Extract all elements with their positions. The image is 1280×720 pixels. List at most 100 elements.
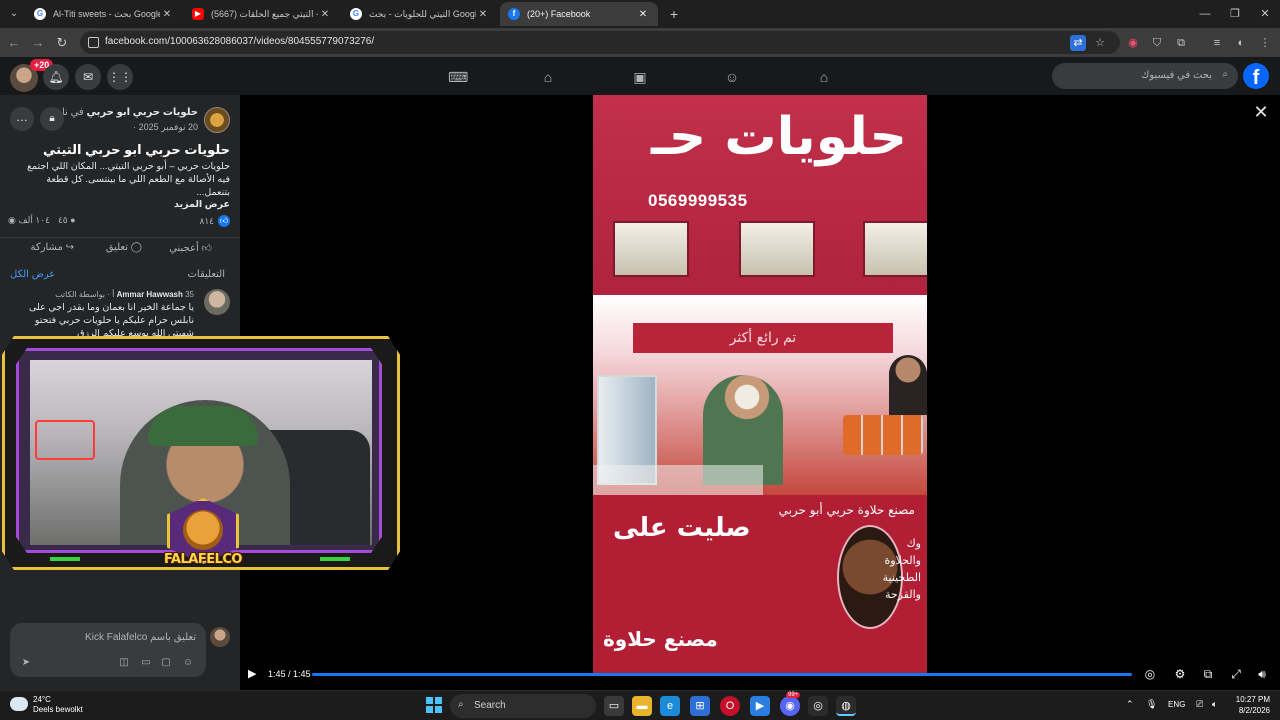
video-player[interactable]: حلويات حـ 0569999535 تم رائع أكثر مصنع ح…	[593, 95, 927, 675]
see-more-link[interactable]: عرض المزيد	[174, 199, 230, 210]
comment-author[interactable]: Ammar Hawwash	[117, 290, 183, 299]
reactions-summary[interactable]: 👍︎ ٨١٤	[199, 215, 230, 227]
volume-icon[interactable]: 🔊︎	[1254, 666, 1270, 682]
browser-menu-icon[interactable]: ⋮	[1258, 36, 1272, 50]
opera-icon[interactable]: O	[720, 696, 740, 716]
reading-list-icon[interactable]: ≡	[1210, 36, 1224, 50]
comment-input[interactable]: تعليق باسم Kick Falafelco ☺ ▢ ▭ ◫ ➤	[10, 623, 206, 677]
logo-text: FALAFELCO	[164, 552, 242, 567]
extensions-puzzle-icon[interactable]: ⧉	[1174, 36, 1188, 50]
profile-icon[interactable]: ◐	[1234, 36, 1248, 50]
search-placeholder: بحث في فيسبوك	[1141, 70, 1212, 81]
see-all-comments-link[interactable]: عرض الكل	[10, 269, 55, 280]
tray-overflow-icon[interactable]: ⌃	[1126, 699, 1134, 710]
extension-shield-icon[interactable]: ⛉	[1150, 36, 1164, 50]
tab-google-sweets[interactable]: G Al-Titi sweets - بحث Google ✕	[26, 2, 182, 26]
video-progress-bar[interactable]	[312, 673, 1132, 676]
taskbar-search[interactable]: ⌕ Search	[450, 694, 596, 718]
captions-icon[interactable]: ◎	[1142, 666, 1158, 682]
streamer-webcam-overlay: FALAFELCO	[2, 336, 400, 570]
tab-close-icon[interactable]: ✕	[160, 9, 174, 20]
emoji-icon[interactable]: ☺	[182, 657, 194, 669]
tab-search-icon[interactable]: ⌄	[4, 4, 24, 24]
facebook-search-input[interactable]: بحث في فيسبوك ⌕	[1052, 63, 1238, 89]
tab-google-titi[interactable]: G التيتي للحلويات - بحث Google ✕	[342, 2, 498, 26]
commenter-avatar[interactable]	[204, 289, 230, 315]
back-icon[interactable]: ←	[4, 33, 24, 53]
app-arrow-icon[interactable]: ▶	[750, 696, 770, 716]
close-window-button[interactable]: ✕	[1250, 4, 1280, 24]
messenger-icon[interactable]: ✉	[75, 64, 101, 90]
app-misc-icon[interactable]: ◎	[808, 696, 828, 716]
menu-grid-icon[interactable]: ⋮⋮	[107, 64, 133, 90]
counter-bottom-text: مصنع حلاوة	[603, 627, 718, 651]
chrome-icon[interactable]: ◍	[836, 696, 856, 716]
counter-side-line: وك	[906, 537, 921, 550]
speaker-icon[interactable]: 🔈︎	[1212, 699, 1217, 710]
miniplayer-icon[interactable]: ⧉	[1200, 666, 1216, 682]
edge-icon[interactable]: e	[660, 696, 680, 716]
tab-close-icon[interactable]: ✕	[476, 9, 490, 20]
post-date[interactable]: 20 نوفمبر 2025 ·	[133, 122, 198, 133]
tab-close-icon[interactable]: ✕	[318, 9, 332, 20]
page-name-text[interactable]: حلويات حربي ابو حربي	[86, 107, 198, 118]
language-indicator[interactable]: ENG	[1168, 700, 1185, 709]
facebook-logo[interactable]: f	[1243, 63, 1269, 89]
lock-icon[interactable]: 🔒︎	[40, 107, 64, 131]
video-icon[interactable]: ▣	[631, 68, 649, 86]
network-icon[interactable]: ⎚	[1196, 699, 1203, 710]
like-button[interactable]: 👍︎ أعجبني	[169, 242, 212, 254]
tab-youtube[interactable]: ▶ (5667) التيتي جميع الحلقات - be ✕	[184, 2, 340, 26]
reload-icon[interactable]: ↻	[52, 33, 72, 53]
close-viewer-icon[interactable]: ✕	[1252, 103, 1270, 121]
windows-start-icon[interactable]	[426, 697, 442, 713]
task-view-icon[interactable]: ▭	[604, 696, 624, 716]
browser-toolbar: ← → ↻ facebook.com/100063628086037/video…	[0, 28, 1280, 57]
file-explorer-icon[interactable]: ▬	[632, 696, 652, 716]
sticker-icon[interactable]: ◫	[118, 657, 130, 669]
share-button[interactable]: ↪ مشاركة	[31, 242, 74, 253]
url-text[interactable]: facebook.com/100063628086037/videos/8045…	[105, 36, 374, 47]
home-icon[interactable]: ⌂	[815, 68, 833, 86]
system-clock[interactable]: 10:27 PM 8/2/2026	[1230, 694, 1270, 716]
comment-button[interactable]: ◯ تعليق	[106, 242, 142, 253]
tab-facebook[interactable]: f (20+) Facebook ✕	[500, 2, 658, 26]
gif-icon[interactable]: ▭	[140, 657, 152, 669]
gaming-icon[interactable]: ⌨	[448, 68, 468, 86]
weather-widget[interactable]: 24°C Deels bewolkt	[33, 695, 83, 715]
site-info-icon[interactable]	[88, 37, 99, 48]
author-badge: بواسطة الكاتب	[55, 290, 106, 299]
camera-icon[interactable]: ▢	[160, 657, 172, 669]
groups-icon[interactable]: ☺	[723, 68, 741, 86]
restore-button[interactable]: ❐	[1220, 4, 1250, 24]
comment-label: تعليق	[105, 242, 129, 253]
weather-cloud-icon[interactable]	[10, 697, 28, 711]
google-favicon-icon: G	[350, 8, 362, 20]
microsoft-store-icon[interactable]: ⊞	[690, 696, 710, 716]
page-avatar[interactable]	[204, 107, 230, 133]
extension-record-icon[interactable]: ◉	[1126, 36, 1140, 50]
forward-icon[interactable]: →	[28, 33, 48, 53]
microphone-icon[interactable]: 🎙︎	[1146, 699, 1157, 710]
bookmark-star-icon[interactable]: ☆	[1092, 35, 1108, 51]
translate-icon[interactable]: ⇄	[1070, 35, 1086, 51]
comments-stat[interactable]: ● ٤٥	[58, 215, 76, 226]
marketplace-icon[interactable]: ⌂	[539, 68, 557, 86]
send-icon[interactable]: ➤	[20, 657, 32, 669]
settings-gear-icon[interactable]: ⚙	[1172, 666, 1188, 682]
minimize-button[interactable]: —	[1190, 4, 1220, 24]
discord-icon[interactable]: ◉	[780, 696, 800, 716]
sign-text: حلويات حـ	[651, 107, 907, 167]
play-icon[interactable]: ▶	[248, 668, 260, 680]
frame-accent-left	[50, 557, 80, 561]
new-tab-button[interactable]: +	[664, 4, 684, 24]
more-options-icon[interactable]: …	[10, 107, 34, 131]
clock-time: 10:27 PM	[1235, 695, 1270, 704]
comments-count: ٤٥	[57, 215, 68, 225]
notifications-bell-icon[interactable]: 🔔︎	[43, 64, 69, 90]
taskbar-search-icon: ⌕	[458, 699, 464, 710]
fullscreen-icon[interactable]: ⤢	[1228, 666, 1244, 682]
tab-close-icon[interactable]: ✕	[636, 9, 650, 20]
address-bar[interactable]: facebook.com/100063628086037/videos/8045…	[80, 31, 1120, 54]
comments-heading: التعليقات	[187, 269, 225, 280]
